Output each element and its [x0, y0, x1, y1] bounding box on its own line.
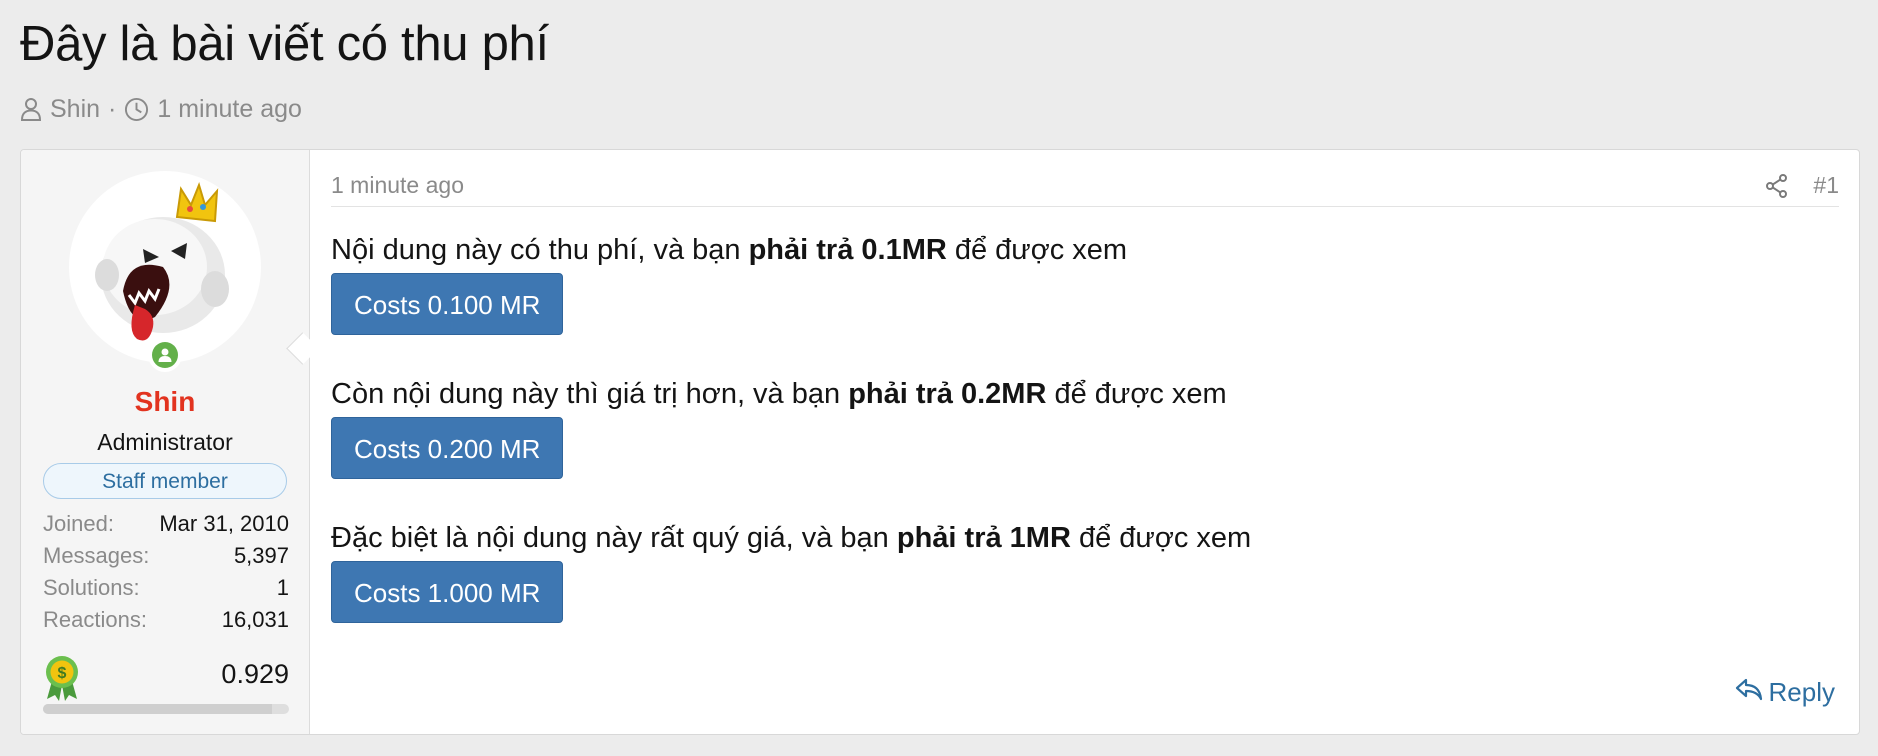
stat-solutions: Solutions: 1 — [43, 572, 289, 604]
user-icon — [20, 97, 42, 121]
cost-button-1[interactable]: Costs 0.100 MR — [331, 273, 564, 335]
cost-button-2[interactable]: Costs 0.200 MR — [331, 417, 564, 479]
paid-content-text: Đặc biệt là nội dung này rất quý giá, và… — [331, 522, 1251, 555]
post-header: 1 minute ago #1 — [331, 166, 1839, 207]
user-title: Administrator — [97, 429, 233, 455]
paid-content-block-1: Nội dung này có thu phí, và bạn phải trả… — [331, 234, 1127, 335]
post-username[interactable]: Shin — [21, 386, 309, 418]
clock-icon — [124, 97, 149, 122]
paid-content-text: Nội dung này có thu phí, và bạn phải trả… — [331, 234, 1127, 267]
credits-progress-fill — [43, 704, 272, 714]
staff-badge: Staff member — [43, 463, 287, 499]
svg-text:$: $ — [58, 665, 67, 682]
stat-joined: Joined: Mar 31, 2010 — [43, 508, 289, 540]
post-container: Shin Administrator Staff member Joined: … — [20, 149, 1860, 735]
text-segment: Đặc biệt là nội dung này rất quý giá, và… — [331, 522, 897, 554]
text-segment: để được xem — [1046, 378, 1227, 410]
text-segment: Nội dung này có thu phí, và bạn — [331, 234, 749, 266]
share-icon[interactable] — [1765, 173, 1789, 204]
paid-content-text: Còn nội dung này thì giá trị hơn, và bạn… — [331, 378, 1227, 411]
credits-value: 0.929 — [221, 659, 289, 689]
reply-label: Reply — [1768, 677, 1835, 707]
price-text: phải trả 0.2MR — [848, 378, 1047, 410]
reply-button[interactable]: Reply — [1735, 677, 1835, 708]
stat-value[interactable]: 5,397 — [234, 540, 289, 572]
stat-value: Mar 31, 2010 — [159, 511, 289, 536]
stat-label: Joined: — [43, 511, 114, 536]
text-segment: để được xem — [946, 234, 1128, 266]
post-time[interactable]: 1 minute ago — [331, 172, 464, 199]
price-text: phải trả 0.1MR — [748, 234, 947, 266]
meta-separator: · — [108, 94, 117, 123]
money-badge-icon: $ — [43, 655, 81, 706]
thread-title: Đây là bài viết có thu phí — [20, 17, 549, 71]
reply-icon — [1735, 677, 1769, 708]
cost-button-3[interactable]: Costs 1.000 MR — [331, 561, 564, 623]
credits-progress-bar — [43, 704, 289, 714]
paid-content-block-3: Đặc biệt là nội dung này rất quý giá, và… — [331, 522, 1251, 623]
stat-value: 16,031 — [221, 607, 289, 632]
stat-label: Reactions: — [43, 607, 147, 632]
user-stats: Joined: Mar 31, 2010 Messages: 5,397 Sol… — [43, 508, 289, 636]
thread-meta: Shin · 1 minute ago — [20, 92, 302, 126]
stat-messages: Messages: 5,397 — [43, 540, 289, 572]
text-segment: Còn nội dung này thì giá trị hơn, và bạn — [331, 378, 849, 410]
avatar[interactable] — [69, 171, 261, 363]
thread-time[interactable]: 1 minute ago — [157, 95, 302, 124]
user-info-column: Shin Administrator Staff member Joined: … — [21, 150, 310, 734]
stat-value: 1 — [276, 575, 289, 600]
stat-label: Solutions: — [43, 575, 140, 600]
post-number-link[interactable]: #1 — [1813, 172, 1839, 199]
online-status-icon — [148, 338, 182, 372]
text-segment: để được xem — [1070, 522, 1252, 554]
stat-reactions: Reactions: 16,031 — [43, 604, 289, 636]
paid-content-block-2: Còn nội dung này thì giá trị hơn, và bạn… — [331, 378, 1227, 479]
price-text: phải trả 1MR — [896, 522, 1071, 554]
stat-label: Messages: — [43, 543, 150, 568]
thread-author-link[interactable]: Shin — [50, 95, 100, 124]
post-main: 1 minute ago #1 Nội dung này có thu phí,… — [331, 150, 1839, 734]
